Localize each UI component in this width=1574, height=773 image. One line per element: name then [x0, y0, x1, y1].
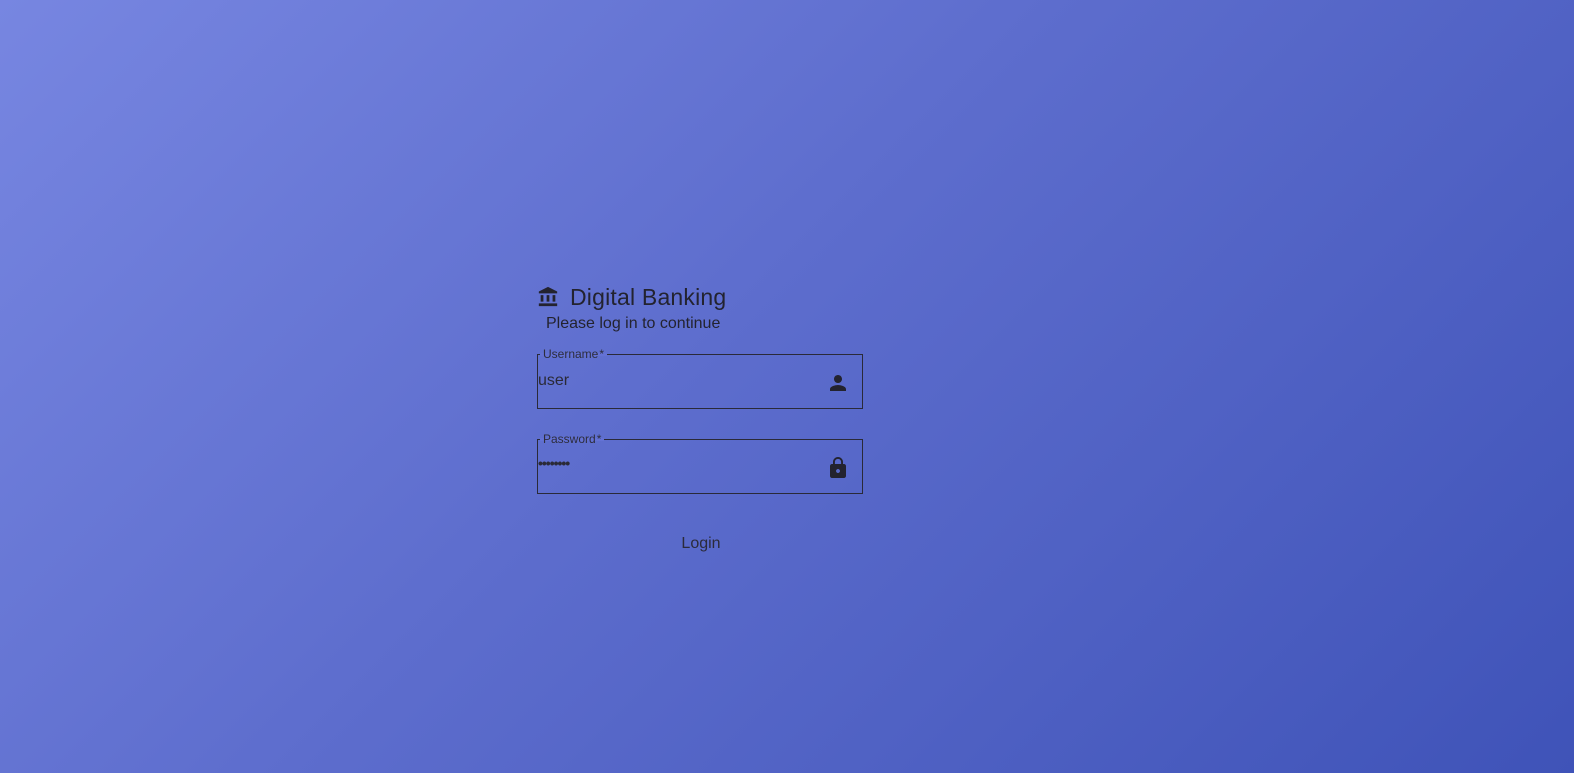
person-icon	[826, 371, 850, 395]
username-label-text: Username	[543, 347, 599, 361]
page-subtitle: Please log in to continue	[546, 315, 721, 332]
lock-icon	[826, 456, 850, 480]
password-input[interactable]: ••••••••	[538, 453, 570, 473]
bank-icon	[537, 286, 559, 308]
username-input[interactable]: user	[538, 371, 569, 391]
login-header: Digital Banking	[537, 282, 865, 312]
password-field[interactable]: Password* ••••••••	[537, 432, 863, 494]
page-background: Digital Banking Please log in to continu…	[0, 0, 1574, 773]
page-title: Digital Banking	[570, 284, 727, 310]
username-field[interactable]: Username* user	[537, 347, 863, 409]
username-label: Username*	[540, 347, 608, 361]
username-required-mark: *	[599, 347, 605, 361]
password-label-text: Password	[543, 432, 596, 446]
password-required-mark: *	[596, 432, 602, 446]
password-label: Password*	[540, 432, 605, 446]
login-button[interactable]: Login	[671, 531, 730, 557]
login-card: Digital Banking Please log in to continu…	[537, 282, 865, 557]
